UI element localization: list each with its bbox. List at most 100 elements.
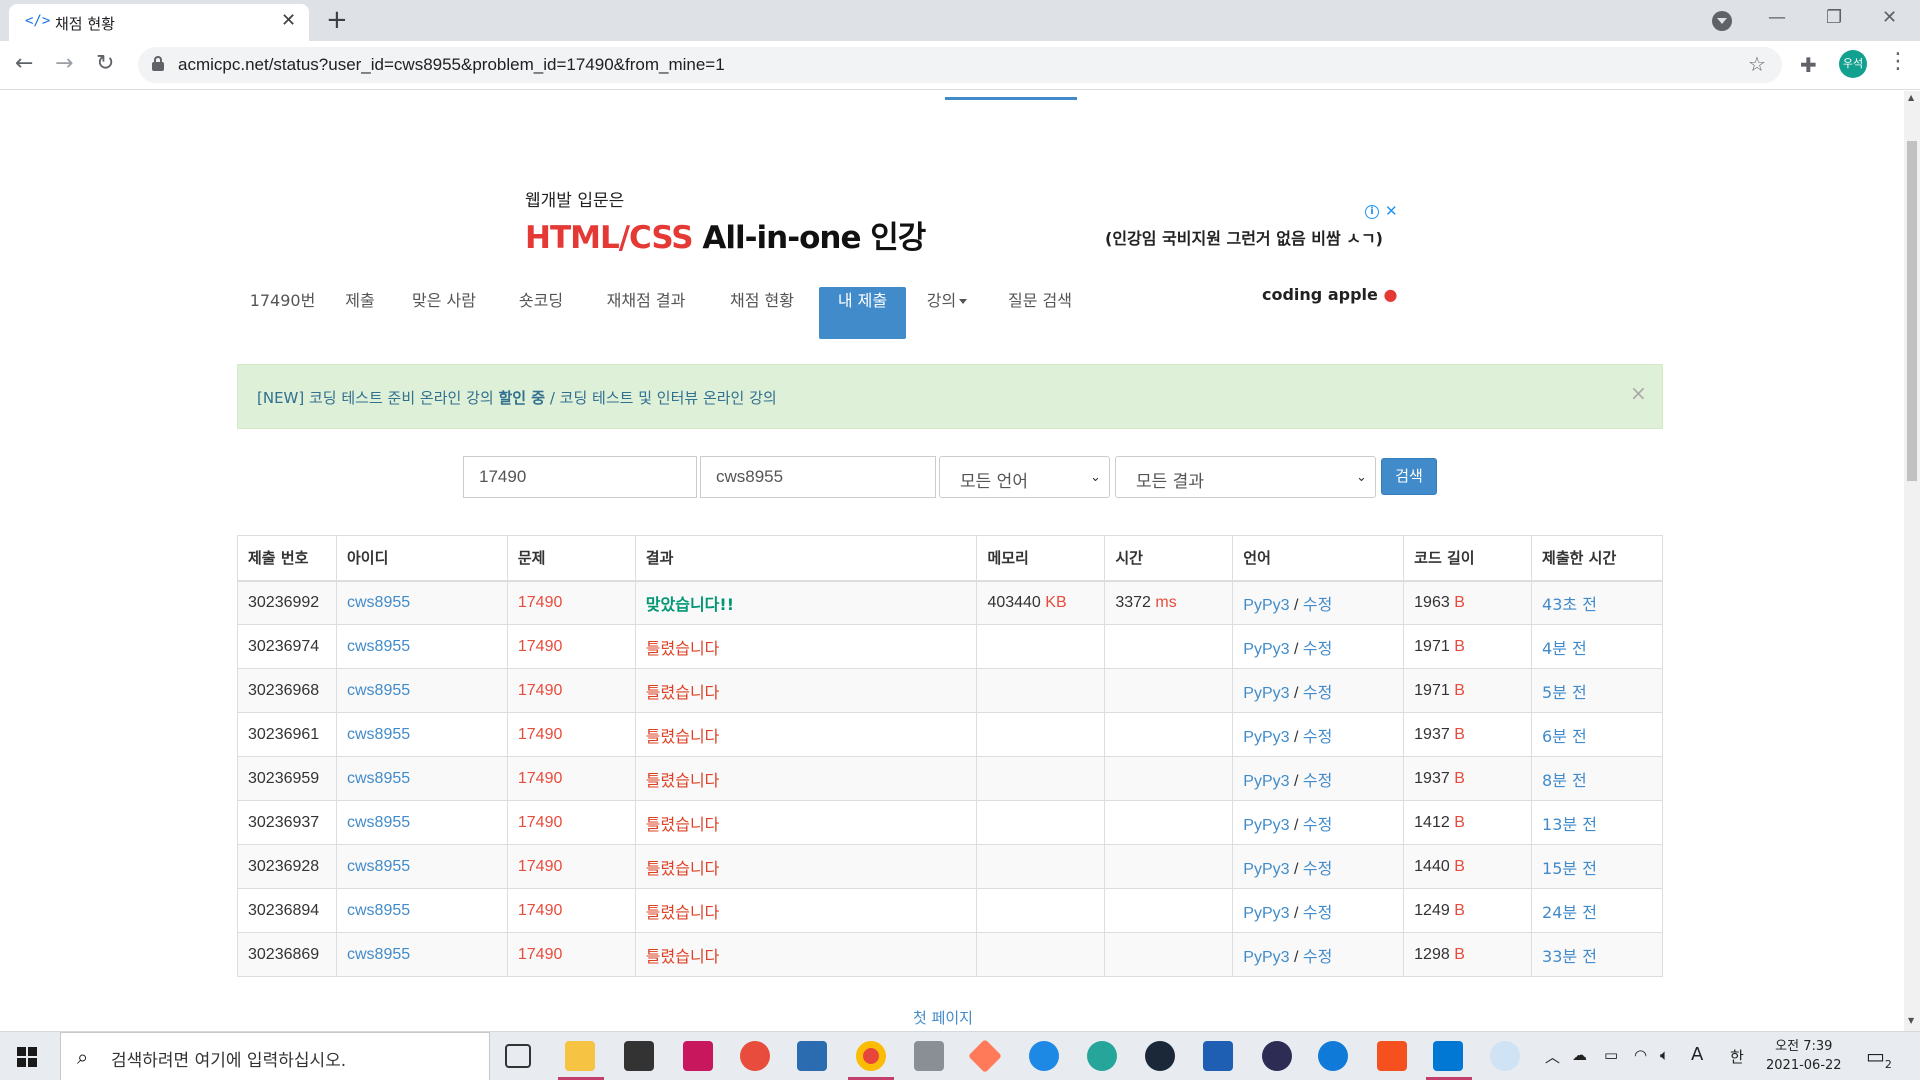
source-link[interactable]: PyPy3 bbox=[1243, 685, 1289, 702]
new-tab-icon[interactable]: + bbox=[326, 5, 348, 35]
browser-menu-icon[interactable]: ⋮ bbox=[1887, 49, 1909, 74]
edit-link[interactable]: 수정 bbox=[1303, 771, 1332, 790]
microsoft-store-icon[interactable] bbox=[624, 1041, 654, 1071]
minimize-icon[interactable]: — bbox=[1768, 7, 1786, 28]
notification-center-icon[interactable]: ▭2 bbox=[1866, 1044, 1892, 1071]
ad-info-icon[interactable]: i bbox=[1365, 205, 1379, 219]
problem-link[interactable]: 17490 bbox=[518, 682, 563, 699]
submitted-time-link[interactable]: 4분 전 bbox=[1542, 639, 1587, 658]
edit-link[interactable]: 수정 bbox=[1303, 815, 1332, 834]
problem-link[interactable]: 17490 bbox=[518, 638, 563, 655]
problem-id-input[interactable]: 17490 bbox=[463, 456, 697, 498]
problem-link[interactable]: 17490 bbox=[518, 902, 563, 919]
user-id-input[interactable]: cws8955 bbox=[700, 456, 936, 498]
extensions-icon[interactable]: ✚ bbox=[1800, 53, 1817, 77]
user-link[interactable]: cws8955 bbox=[347, 594, 410, 611]
edge-icon[interactable] bbox=[1318, 1041, 1348, 1071]
user-link[interactable]: cws8955 bbox=[347, 858, 410, 875]
edit-link[interactable]: 수정 bbox=[1303, 903, 1332, 922]
ad-banner[interactable]: 웹개발 입문은 HTML/CSS All-in-one 인강 (인강임 국비지원… bbox=[510, 146, 1400, 304]
eclipse-icon[interactable] bbox=[1262, 1041, 1292, 1071]
user-link[interactable]: cws8955 bbox=[347, 946, 410, 963]
user-link[interactable]: cws8955 bbox=[347, 638, 410, 655]
problem-link[interactable]: 17490 bbox=[518, 946, 563, 963]
reader-app-icon[interactable] bbox=[1203, 1041, 1233, 1071]
system-clock[interactable]: 오전 7:39 2021-06-22 bbox=[1766, 1037, 1842, 1075]
user-link[interactable]: cws8955 bbox=[347, 770, 410, 787]
reload-icon[interactable]: ↻ bbox=[96, 51, 114, 76]
nav-problem-number[interactable]: 17490번 bbox=[237, 287, 328, 339]
taskbar-search-box[interactable]: ⌕ 검색하려면 여기에 입력하십시오. bbox=[60, 1032, 490, 1080]
app-red-icon[interactable] bbox=[683, 1041, 713, 1071]
nav-submit[interactable]: 제출 bbox=[328, 287, 392, 339]
edit-link[interactable]: 수정 bbox=[1303, 683, 1332, 702]
problem-link[interactable]: 17490 bbox=[518, 770, 563, 787]
user-link[interactable]: cws8955 bbox=[347, 726, 410, 743]
chrome-icon[interactable] bbox=[856, 1041, 886, 1071]
source-link[interactable]: PyPy3 bbox=[1243, 773, 1289, 790]
browser-tab[interactable]: </> 채점 현황 ✕ bbox=[9, 4, 309, 41]
scroll-down-icon[interactable]: ▼ bbox=[1908, 1016, 1914, 1025]
ime-indicator[interactable]: 한 bbox=[1730, 1046, 1744, 1067]
url-text[interactable]: acmicpc.net/status?user_id=cws8955&probl… bbox=[178, 55, 725, 75]
weather-icon[interactable] bbox=[1490, 1041, 1520, 1071]
source-link[interactable]: PyPy3 bbox=[1243, 905, 1289, 922]
nav-lectures-dropdown[interactable]: 강의 bbox=[906, 287, 988, 339]
problem-link[interactable]: 17490 bbox=[518, 858, 563, 875]
task-view-icon[interactable] bbox=[505, 1044, 531, 1068]
edit-link[interactable]: 수정 bbox=[1303, 595, 1332, 614]
nav-my-submissions[interactable]: 내 제출 bbox=[819, 287, 906, 339]
nav-judge-status[interactable]: 채점 현황 bbox=[706, 287, 818, 339]
onedrive-icon[interactable]: ☁ bbox=[1572, 1046, 1587, 1064]
search-button[interactable]: 검색 bbox=[1381, 458, 1437, 495]
file-explorer-icon[interactable] bbox=[565, 1041, 595, 1071]
problem-link[interactable]: 17490 bbox=[518, 594, 563, 611]
nav-short-coding[interactable]: 숏코딩 bbox=[496, 287, 586, 339]
profile-avatar[interactable]: 우석 bbox=[1839, 50, 1867, 78]
source-link[interactable]: PyPy3 bbox=[1243, 597, 1289, 614]
nav-question-search[interactable]: 질문 검색 bbox=[988, 287, 1092, 339]
vscode-icon[interactable] bbox=[1433, 1041, 1463, 1071]
back-icon[interactable]: ← bbox=[15, 51, 33, 76]
source-link[interactable]: PyPy3 bbox=[1243, 949, 1289, 966]
page-scrollbar[interactable]: ▲ ▼ bbox=[1904, 91, 1920, 1031]
ad-close-icon[interactable]: ✕ bbox=[1385, 202, 1398, 220]
app-teal-icon[interactable] bbox=[1087, 1041, 1117, 1071]
nav-rejudge-results[interactable]: 재채점 결과 bbox=[586, 287, 706, 339]
address-bar[interactable]: acmicpc.net/status?user_id=cws8955&probl… bbox=[138, 47, 1782, 83]
language-select[interactable]: 모든 언어 ⌄ bbox=[939, 456, 1110, 498]
edit-link[interactable]: 수정 bbox=[1303, 859, 1332, 878]
submitted-time-link[interactable]: 15분 전 bbox=[1542, 859, 1597, 878]
scroll-thumb[interactable] bbox=[1907, 141, 1917, 481]
edit-link[interactable]: 수정 bbox=[1303, 727, 1332, 746]
git-app-icon[interactable] bbox=[968, 1039, 1002, 1073]
submitted-time-link[interactable]: 24분 전 bbox=[1542, 903, 1597, 922]
volume-icon[interactable]: 🔈︎ bbox=[1660, 1046, 1669, 1064]
user-link[interactable]: cws8955 bbox=[347, 682, 410, 699]
edit-link[interactable]: 수정 bbox=[1303, 947, 1332, 966]
submitted-time-link[interactable]: 5분 전 bbox=[1542, 683, 1587, 702]
submitted-time-link[interactable]: 43초 전 bbox=[1542, 595, 1597, 614]
problem-link[interactable]: 17490 bbox=[518, 814, 563, 831]
alert-close-icon[interactable]: × bbox=[1630, 381, 1647, 405]
sync-app-icon[interactable] bbox=[740, 1041, 770, 1071]
source-link[interactable]: PyPy3 bbox=[1243, 861, 1289, 878]
tab-close-icon[interactable]: ✕ bbox=[281, 10, 296, 31]
alert-link[interactable]: [NEW] 코딩 테스트 준비 온라인 강의 할인 중 / 코딩 테스트 및 인… bbox=[257, 387, 777, 408]
submitted-time-link[interactable]: 13분 전 bbox=[1542, 815, 1597, 834]
edit-link[interactable]: 수정 bbox=[1303, 639, 1332, 658]
window-close-icon[interactable]: ✕ bbox=[1882, 7, 1897, 28]
postman-icon[interactable] bbox=[1377, 1041, 1407, 1071]
user-link[interactable]: cws8955 bbox=[347, 814, 410, 831]
snipping-tool-icon[interactable] bbox=[914, 1041, 944, 1071]
problem-link[interactable]: 17490 bbox=[518, 726, 563, 743]
timer-app-icon[interactable] bbox=[1029, 1041, 1059, 1071]
scroll-up-icon[interactable]: ▲ bbox=[1908, 93, 1914, 102]
battery-icon[interactable]: ▭ bbox=[1604, 1046, 1618, 1064]
restore-icon[interactable]: ❐ bbox=[1826, 7, 1842, 28]
first-page-link[interactable]: 첫 페이지 bbox=[913, 1007, 973, 1028]
mail-icon[interactable] bbox=[797, 1041, 827, 1071]
source-link[interactable]: PyPy3 bbox=[1243, 817, 1289, 834]
font-indicator-icon[interactable]: A bbox=[1691, 1044, 1703, 1065]
result-select[interactable]: 모든 결과 ⌄ bbox=[1115, 456, 1376, 498]
